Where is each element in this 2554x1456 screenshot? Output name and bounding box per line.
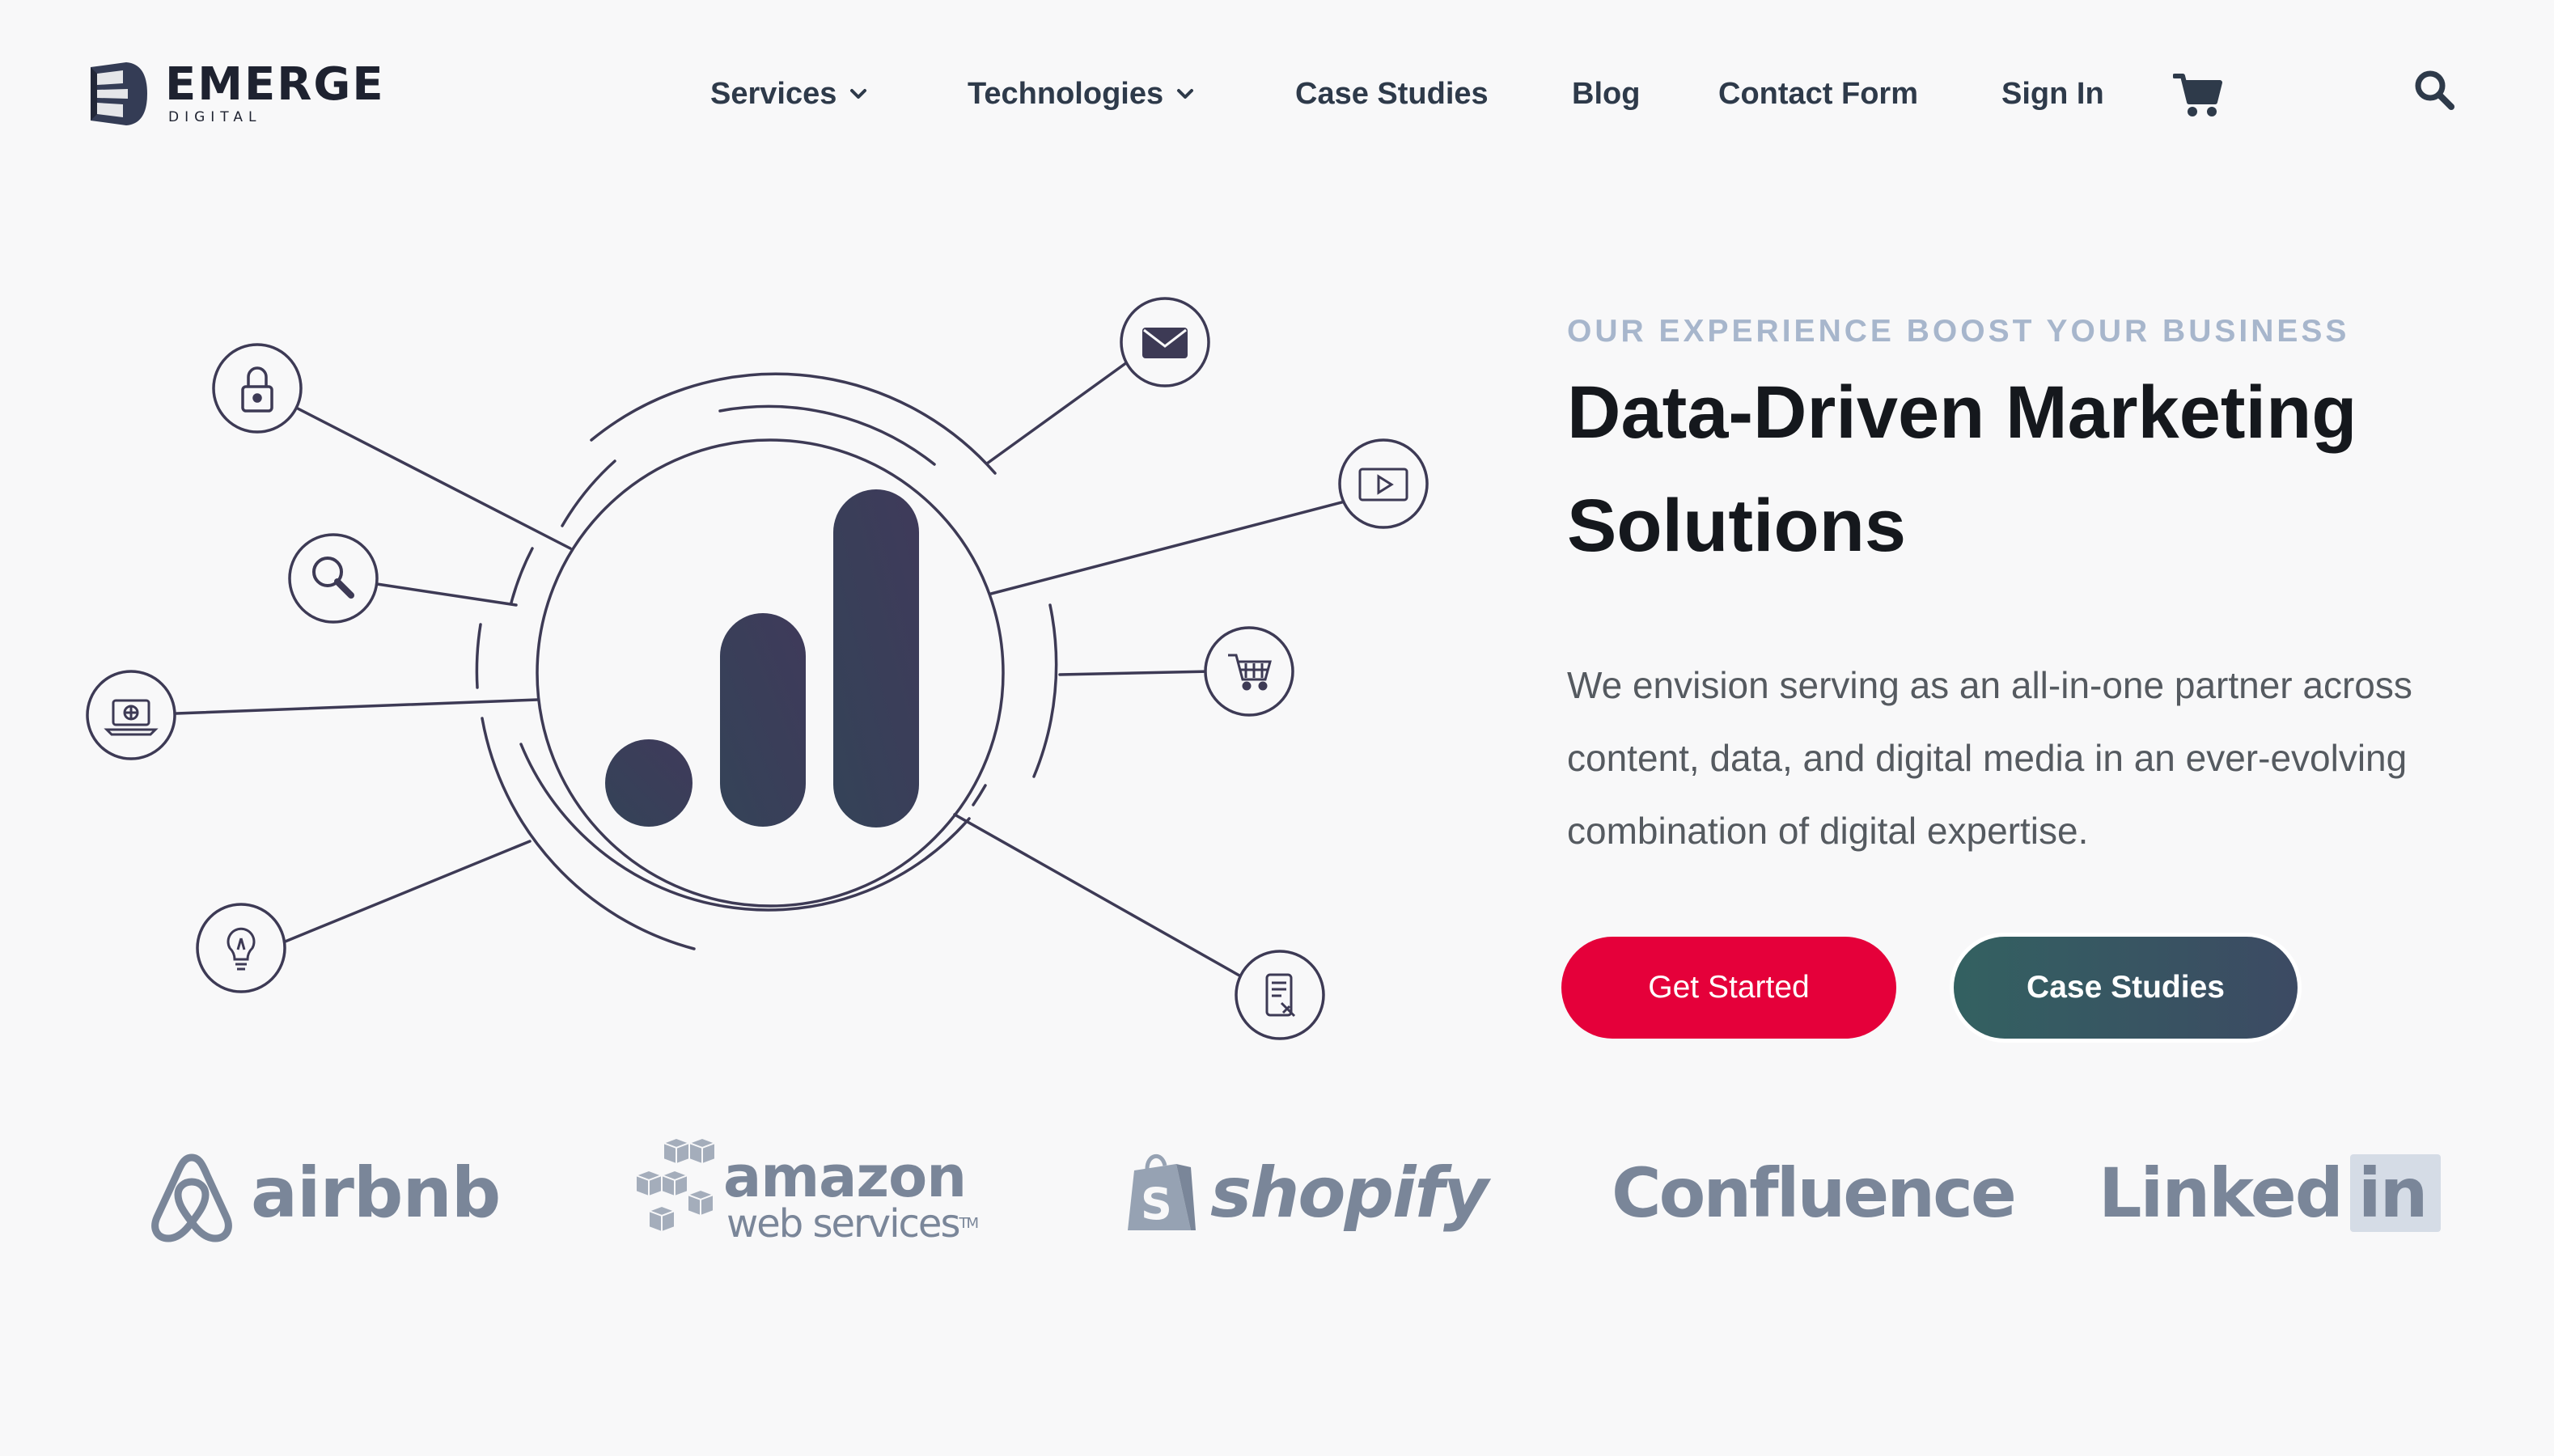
chevron-down-icon <box>1177 89 1194 99</box>
confluence-logo[interactable]: Confluence <box>1612 1124 2017 1262</box>
hero-eyebrow: OUR EXPERIENCE BOOST YOUR BUSINESS <box>1567 314 2350 349</box>
aws-subtext: web services <box>726 1201 960 1246</box>
nav-contact-form[interactable]: Contact Form <box>1718 71 1918 116</box>
nav-sign-in[interactable]: Sign In <box>2001 71 2104 116</box>
nav-technologies-label: Technologies <box>968 76 1164 111</box>
nav-services-label: Services <box>710 76 837 111</box>
airbnb-logo[interactable]: airbnb <box>146 1124 501 1262</box>
shopify-wordmark: shopify <box>1210 1153 1489 1234</box>
envelope-icon <box>1142 328 1188 358</box>
aws-trademark: TM <box>959 1215 978 1232</box>
nav-blog[interactable]: Blog <box>1572 71 1640 116</box>
laptop-icon <box>104 699 159 736</box>
aws-logo[interactable]: amazon web servicesTM <box>631 1124 979 1262</box>
airbnb-icon <box>151 1153 232 1242</box>
shopify-logo[interactable]: S shopify <box>1123 1124 1489 1262</box>
brand-logo[interactable]: EMERGE DIGITAL <box>86 57 385 131</box>
linkedin-wordmark: Linked <box>2099 1153 2344 1233</box>
brand-subtitle: DIGITAL <box>168 109 262 125</box>
brand-name: EMERGE <box>165 58 385 111</box>
analytics-illustration <box>86 297 1429 1040</box>
aws-wordmark: amazon <box>723 1144 967 1210</box>
search-icon[interactable] <box>2412 68 2456 112</box>
shopify-bag-icon: S <box>1128 1154 1196 1230</box>
cart-icon[interactable] <box>2173 71 2223 118</box>
hero-description: We envision serving as an all-in-one par… <box>1567 664 2412 852</box>
nav-technologies[interactable]: Technologies <box>968 71 1196 116</box>
hero-headline: Data-Driven Marketing Solutions <box>1567 371 2357 567</box>
svg-text:S: S <box>1141 1179 1172 1230</box>
get-started-button[interactable]: Get Started <box>1561 937 1896 1039</box>
site-header: EMERGE DIGITAL Services Technologies Cas… <box>0 0 2554 188</box>
emerge-logo-icon <box>91 62 147 125</box>
chevron-down-icon <box>850 89 867 99</box>
linkedin-in-badge: in <box>2349 1154 2442 1232</box>
case-studies-button[interactable]: Case Studies <box>1954 937 2298 1039</box>
linkedin-logo[interactable]: Linked in <box>2099 1124 2442 1262</box>
nav-case-studies[interactable]: Case Studies <box>1295 71 1489 116</box>
confluence-wordmark: Confluence <box>1612 1153 2017 1233</box>
airbnb-wordmark: airbnb <box>251 1153 501 1234</box>
aws-cubes-icon <box>633 1136 718 1234</box>
nav-services[interactable]: Services <box>710 71 869 116</box>
